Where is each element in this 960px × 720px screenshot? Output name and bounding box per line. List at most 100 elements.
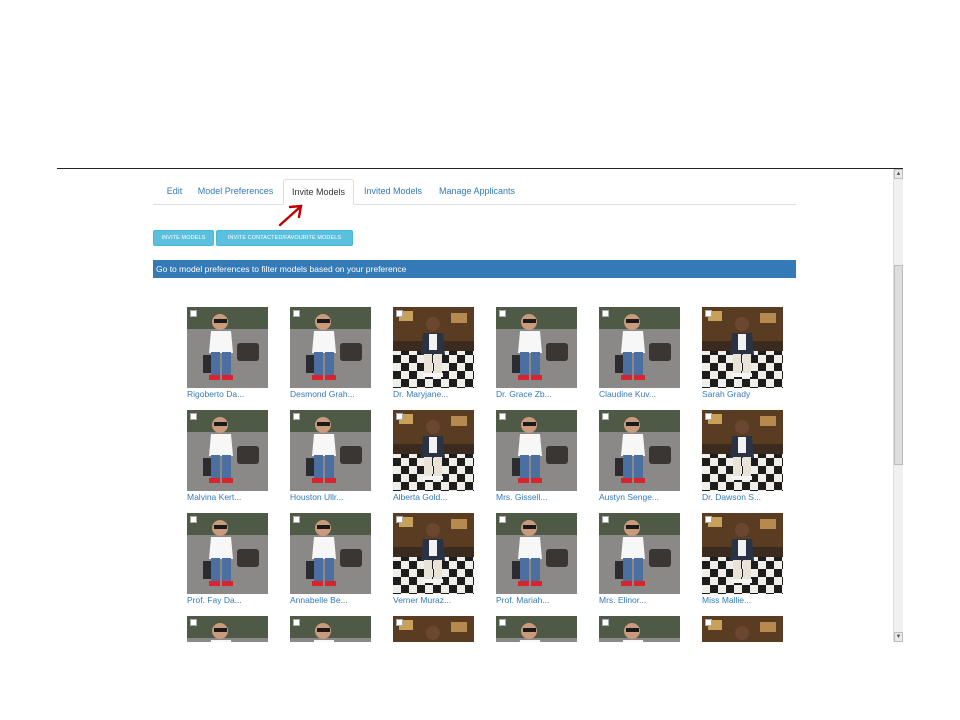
model-card: Desmond Grah...: [290, 307, 371, 407]
model-card: Alberta Gold...: [393, 410, 474, 510]
model-card: Rigoberto Da...: [187, 307, 268, 407]
model-photo[interactable]: [702, 307, 783, 388]
model-name-link[interactable]: Annabelle Be...: [290, 594, 390, 606]
model-card: [393, 616, 474, 642]
model-card: Claudine Kuv...: [599, 307, 680, 407]
model-select-checkbox[interactable]: [190, 413, 197, 420]
model-card: Verner Muraz...: [393, 513, 474, 613]
model-card: Sarah Grady: [702, 307, 783, 407]
model-select-checkbox[interactable]: [396, 619, 403, 626]
info-banner: Go to model preferences to filter models…: [153, 260, 796, 278]
scroll-up-arrow-icon[interactable]: ▲: [894, 169, 903, 179]
model-select-checkbox[interactable]: [293, 516, 300, 523]
model-name-link[interactable]: Desmond Grah...: [290, 388, 390, 400]
model-card: Mrs. Elinor...: [599, 513, 680, 613]
model-photo[interactable]: [702, 616, 783, 642]
model-photo[interactable]: [393, 513, 474, 594]
model-name-link[interactable]: Rigoberto Da...: [187, 388, 287, 400]
model-card: Dr. Grace Zb...: [496, 307, 577, 407]
page-viewport: Edit Model Preferences Invite Models Inv…: [57, 169, 893, 642]
model-select-checkbox[interactable]: [293, 413, 300, 420]
scroll-thumb[interactable]: [894, 265, 903, 465]
model-photo[interactable]: [187, 616, 268, 642]
model-name-link[interactable]: Prof. Fay Da...: [187, 594, 287, 606]
tab-edit[interactable]: Edit: [153, 179, 196, 204]
model-card: Houston Ullr...: [290, 410, 371, 510]
model-photo[interactable]: [290, 513, 371, 594]
model-select-checkbox[interactable]: [396, 310, 403, 317]
model-photo[interactable]: [496, 513, 577, 594]
model-name-link[interactable]: Dr. Dawson S...: [702, 491, 802, 503]
model-name-link[interactable]: Verner Muraz...: [393, 594, 493, 606]
model-photo[interactable]: [290, 410, 371, 491]
invite-models-button[interactable]: INVITE MODELS: [153, 230, 214, 246]
model-select-checkbox[interactable]: [190, 310, 197, 317]
model-photo[interactable]: [187, 513, 268, 594]
model-select-checkbox[interactable]: [602, 413, 609, 420]
tab-manage-applicants[interactable]: Manage Applicants: [435, 179, 519, 204]
model-photo[interactable]: [393, 307, 474, 388]
vertical-scrollbar[interactable]: ▲ ▼: [893, 169, 903, 642]
model-photo[interactable]: [496, 410, 577, 491]
model-photo[interactable]: [702, 410, 783, 491]
model-select-checkbox[interactable]: [705, 516, 712, 523]
model-select-checkbox[interactable]: [705, 413, 712, 420]
model-photo[interactable]: [496, 616, 577, 642]
model-card: Annabelle Be...: [290, 513, 371, 613]
model-card: Miss Mallie...: [702, 513, 783, 613]
model-photo[interactable]: [702, 513, 783, 594]
model-card: Dr. Maryjane...: [393, 307, 474, 407]
tab-model-preferences[interactable]: Model Preferences: [192, 179, 279, 204]
model-card: Dr. Dawson S...: [702, 410, 783, 510]
model-select-checkbox[interactable]: [602, 619, 609, 626]
model-select-checkbox[interactable]: [602, 310, 609, 317]
model-name-link[interactable]: Alberta Gold...: [393, 491, 493, 503]
model-photo[interactable]: [290, 307, 371, 388]
model-select-checkbox[interactable]: [396, 516, 403, 523]
model-card: [496, 616, 577, 642]
model-select-checkbox[interactable]: [499, 413, 506, 420]
model-select-checkbox[interactable]: [705, 310, 712, 317]
model-photo[interactable]: [599, 513, 680, 594]
model-name-link[interactable]: Mrs. Elinor...: [599, 594, 699, 606]
model-select-checkbox[interactable]: [602, 516, 609, 523]
model-photo[interactable]: [187, 307, 268, 388]
model-name-link[interactable]: Sarah Grady: [702, 388, 802, 400]
model-select-checkbox[interactable]: [190, 619, 197, 626]
model-select-checkbox[interactable]: [499, 310, 506, 317]
model-select-checkbox[interactable]: [705, 619, 712, 626]
model-name-link[interactable]: Houston Ullr...: [290, 491, 390, 503]
model-photo[interactable]: [496, 307, 577, 388]
model-select-checkbox[interactable]: [499, 516, 506, 523]
model-card: [702, 616, 783, 642]
model-name-link[interactable]: Miss Mallie...: [702, 594, 802, 606]
model-photo[interactable]: [599, 616, 680, 642]
model-name-link[interactable]: Prof. Mariah...: [496, 594, 596, 606]
model-card: Prof. Mariah...: [496, 513, 577, 613]
model-name-link[interactable]: Claudine Kuv...: [599, 388, 699, 400]
model-name-link[interactable]: Dr. Maryjane...: [393, 388, 493, 400]
tab-bar: Edit Model Preferences Invite Models Inv…: [153, 179, 796, 205]
model-photo[interactable]: [599, 307, 680, 388]
model-name-link[interactable]: Dr. Grace Zb...: [496, 388, 596, 400]
model-card: [599, 616, 680, 642]
model-select-checkbox[interactable]: [396, 413, 403, 420]
model-photo[interactable]: [599, 410, 680, 491]
model-select-checkbox[interactable]: [293, 310, 300, 317]
model-name-link[interactable]: Mrs. Gissell...: [496, 491, 596, 503]
model-card: Austyn Senge...: [599, 410, 680, 510]
model-select-checkbox[interactable]: [190, 516, 197, 523]
model-photo[interactable]: [290, 616, 371, 642]
scroll-down-arrow-icon[interactable]: ▼: [894, 632, 903, 642]
model-select-checkbox[interactable]: [293, 619, 300, 626]
tab-invited-models[interactable]: Invited Models: [358, 179, 428, 204]
red-arrow-annotation: [278, 204, 303, 227]
model-select-checkbox[interactable]: [499, 619, 506, 626]
model-name-link[interactable]: Austyn Senge...: [599, 491, 699, 503]
model-name-link[interactable]: Malvina Kert...: [187, 491, 287, 503]
model-card: Mrs. Gissell...: [496, 410, 577, 510]
model-photo[interactable]: [187, 410, 268, 491]
model-photo[interactable]: [393, 616, 474, 642]
invite-contacted-favourite-button[interactable]: INVITE CONTACTED/FAVOURITE MODELS: [216, 230, 353, 246]
model-photo[interactable]: [393, 410, 474, 491]
